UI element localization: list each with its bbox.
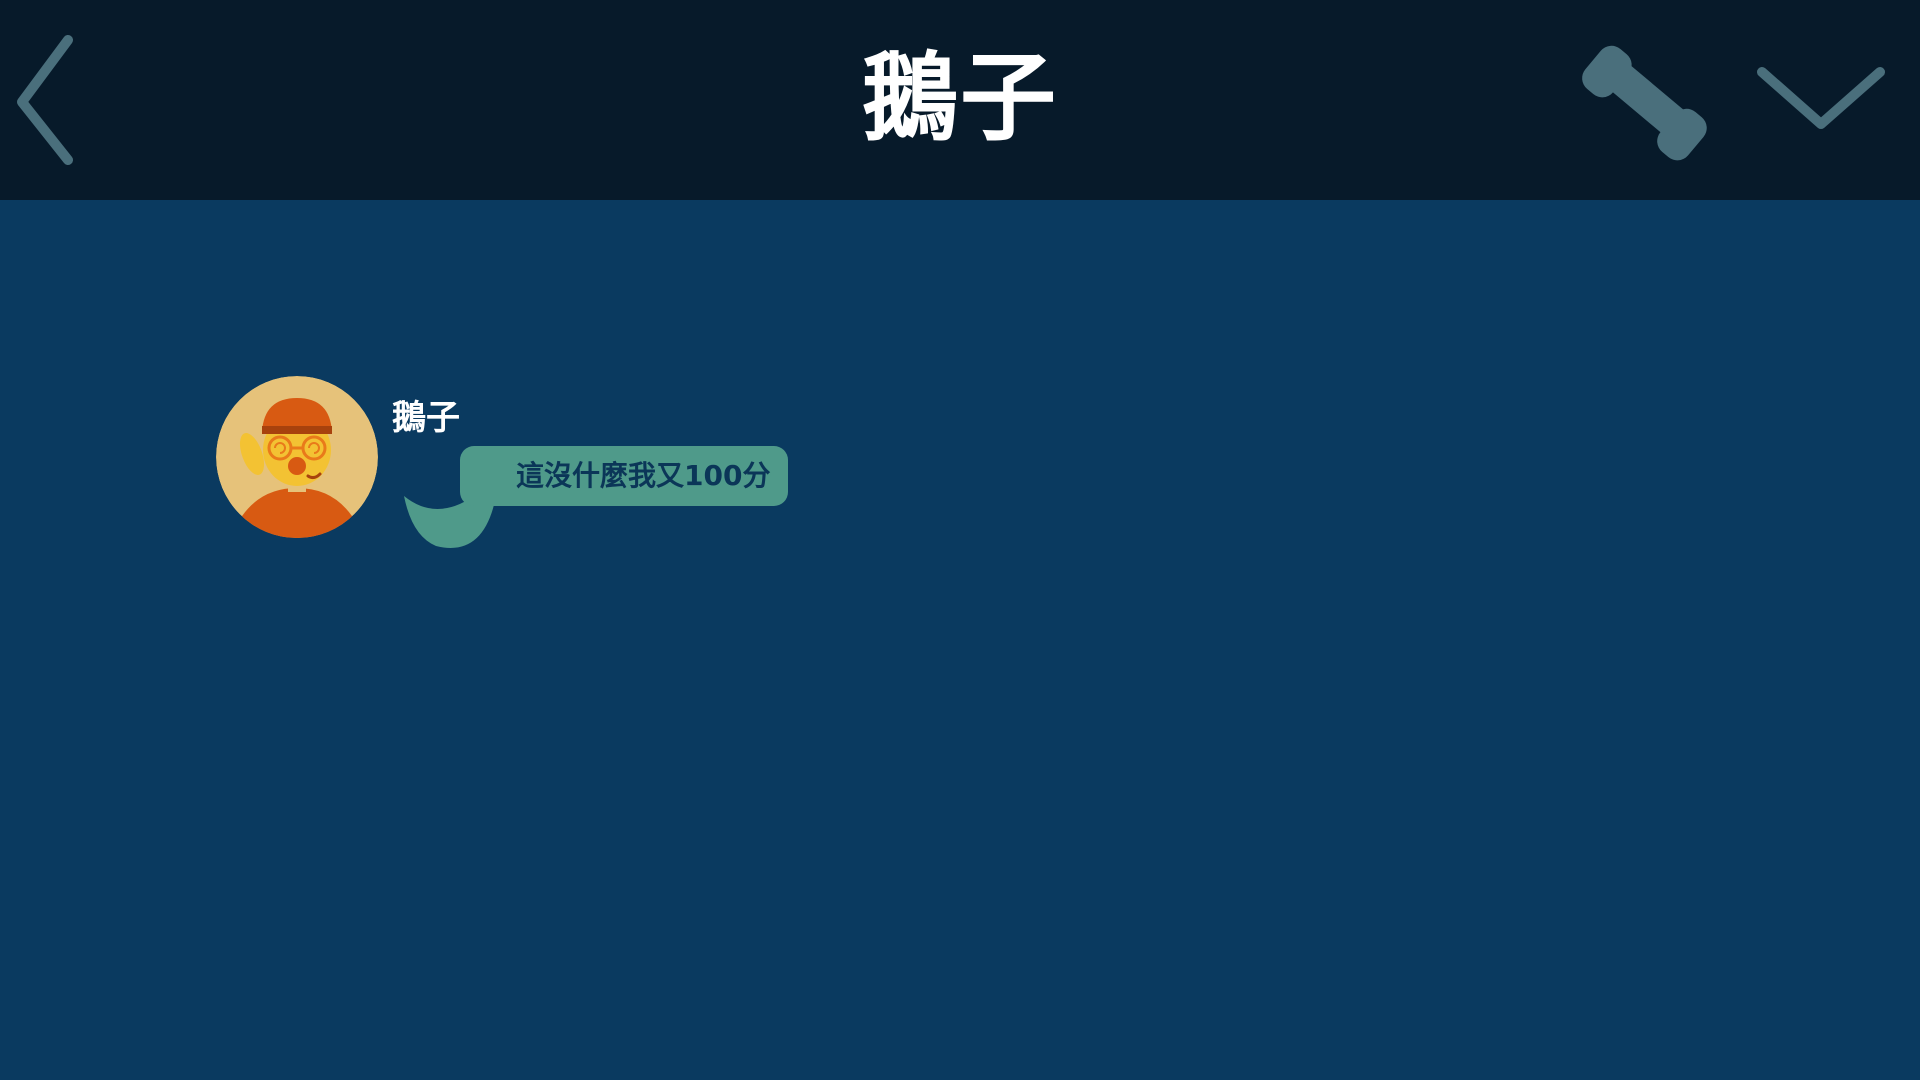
message-item: 鵝子 這沒什麼我又100分 <box>216 376 816 556</box>
top-bar: 鵝子 <box>0 0 1920 200</box>
message-bubble[interactable]: 這沒什麼我又100分 <box>460 446 789 506</box>
dropdown-button[interactable] <box>1752 58 1890 136</box>
call-button[interactable] <box>1572 28 1722 173</box>
cartoon-face-avatar-icon <box>216 376 378 538</box>
sender-name: 鵝子 <box>392 398 460 438</box>
chevron-down-icon <box>1757 67 1885 129</box>
avatar[interactable] <box>216 376 378 538</box>
phone-icon <box>1582 45 1707 161</box>
chat-area[interactable]: 鵝子 這沒什麼我又100分 <box>0 200 1920 1080</box>
